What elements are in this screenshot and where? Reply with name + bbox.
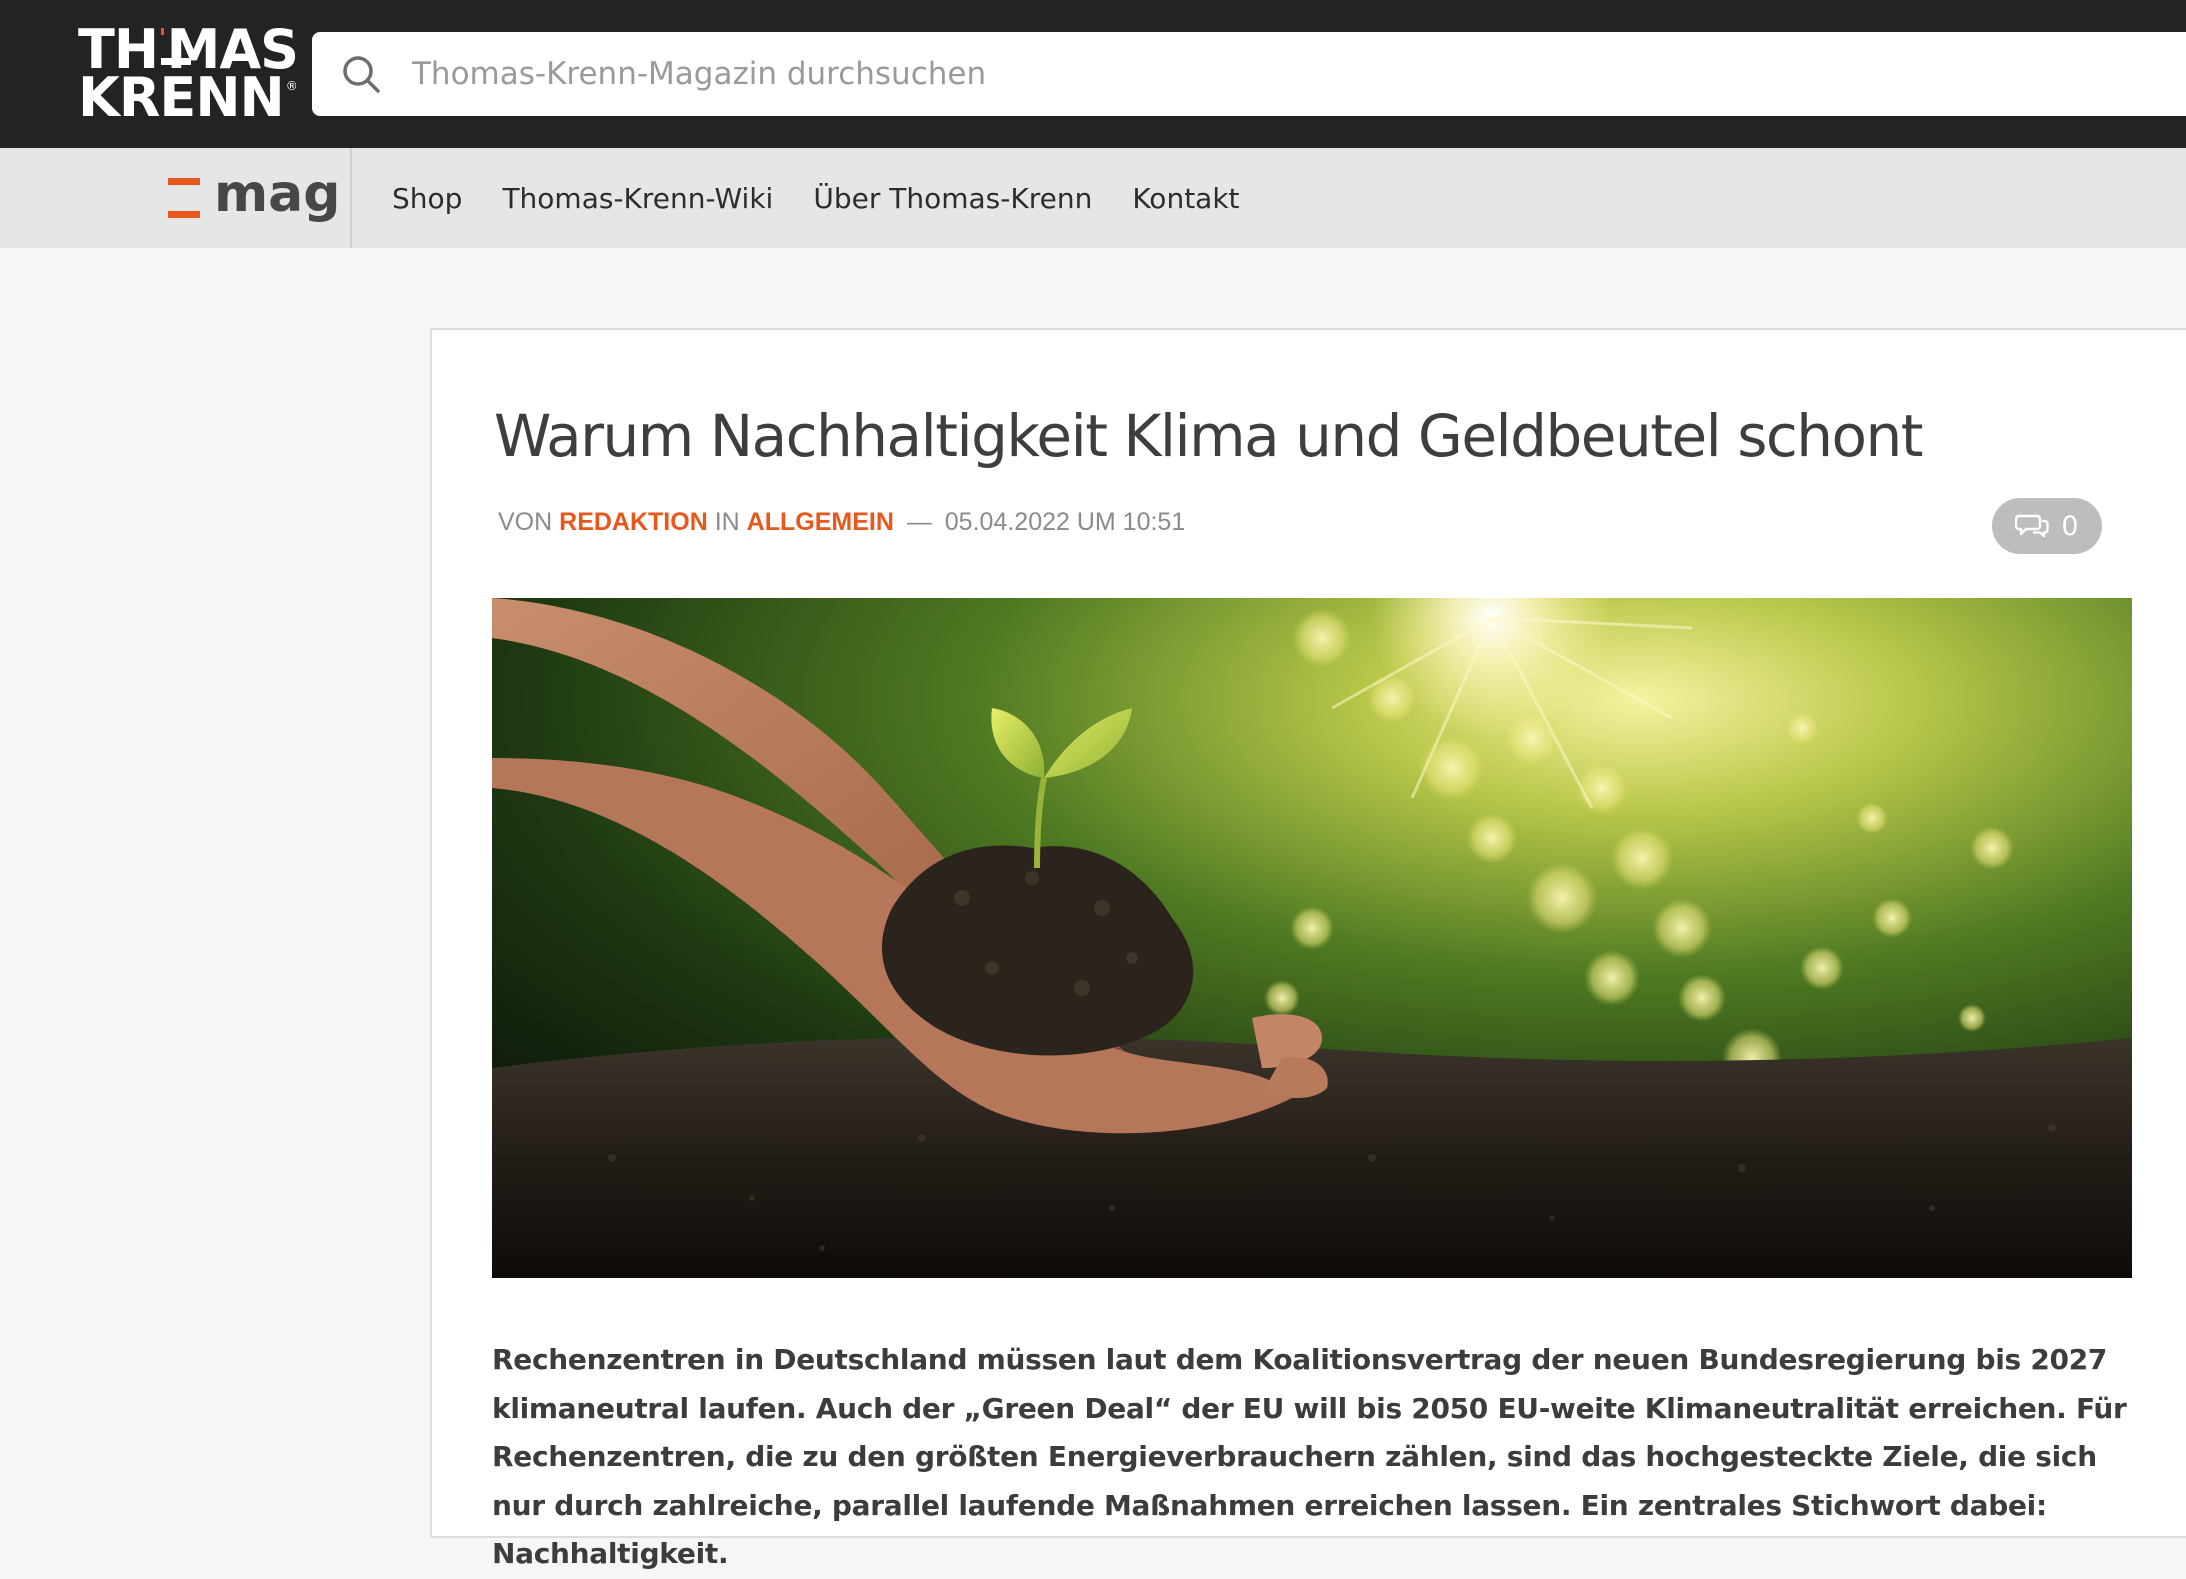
meta-dash: — [906, 508, 932, 536]
article-lead: Rechenzentren in Deutschland müssen laut… [492, 1343, 2127, 1570]
meta-by-label: VON [498, 508, 553, 536]
logo-dash-mark [161, 28, 187, 65]
search-bar[interactable] [312, 32, 2186, 116]
article-meta: VON REDAKTION IN ALLGEMEIN — 05.04.2022 … [498, 508, 1185, 537]
nav-bar: mag Shop Thomas-Krenn-Wiki Über Thomas-K… [0, 148, 2186, 248]
author-link[interactable]: REDAKTION [559, 508, 708, 536]
article-title: Warum Nachhaltigkeit Klima und Geldbeute… [494, 402, 1924, 470]
comment-count: 0 [2061, 510, 2079, 542]
nav-item-about[interactable]: Über Thomas-Krenn [813, 182, 1092, 215]
nav-divider [350, 148, 352, 248]
main-nav: Shop Thomas-Krenn-Wiki Über Thomas-Krenn… [392, 148, 1280, 248]
thomas-krenn-logo[interactable]: TH MAS KRENN ® [78, 23, 299, 129]
category-link[interactable]: ALLGEMEIN [747, 508, 894, 536]
nav-item-contact[interactable]: Kontakt [1132, 182, 1239, 215]
mag-logo-text: mag [214, 164, 341, 224]
comments-badge[interactable]: 0 [1992, 498, 2102, 554]
article-card: Warum Nachhaltigkeit Klima und Geldbeute… [430, 328, 2186, 1570]
top-bar: TH MAS KRENN ® [0, 0, 2186, 148]
nav-item-wiki[interactable]: Thomas-Krenn-Wiki [502, 182, 773, 215]
hero-image [492, 598, 2132, 1278]
nav-item-shop[interactable]: Shop [392, 182, 462, 215]
hero-illustration [492, 598, 2132, 1278]
search-input[interactable] [410, 43, 1914, 105]
logo-text-krenn: KRENN [78, 66, 285, 129]
logo-registered-mark: ® [285, 79, 298, 93]
comment-icon [2015, 513, 2050, 539]
mag-logo-bars [168, 178, 200, 218]
meta-in-label: IN [714, 508, 740, 536]
article-date: 05.04.2022 UM 10:51 [944, 508, 1186, 536]
search-icon[interactable] [338, 51, 384, 97]
mag-logo[interactable]: mag [168, 164, 341, 230]
